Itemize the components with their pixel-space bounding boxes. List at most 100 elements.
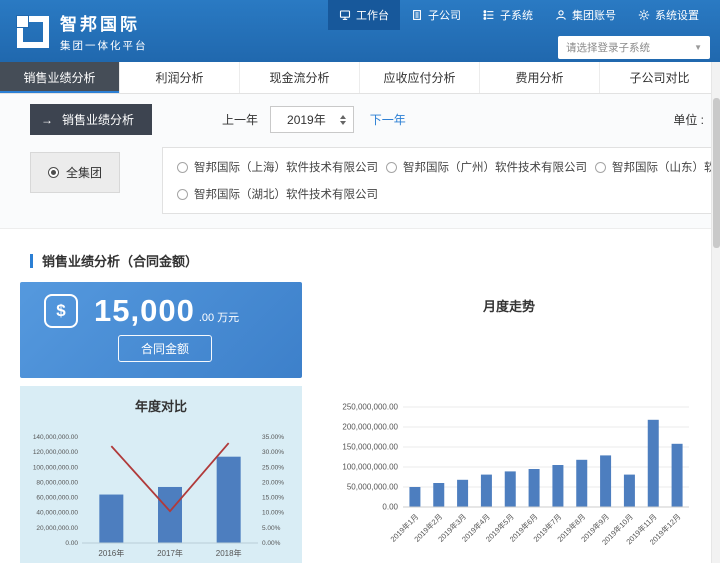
brand: 智邦国际 集团一体化平台 [14,0,148,62]
nav-label: 子系统 [500,7,533,23]
vertical-scrollbar[interactable] [711,62,720,563]
company-option-label: 智邦国际（湖北）软件技术有限公司 [194,186,378,202]
contract-amount-card: $ 15,000 .00 万元 合同金额 [20,282,302,378]
nav-item-group-account[interactable]: 集团账号 [544,0,627,30]
svg-text:30.00%: 30.00% [262,449,284,456]
contract-amount-button[interactable]: 合同金额 [118,335,212,362]
tab-profit-analysis[interactable]: 利润分析 [120,62,240,93]
svg-text:140,000,000.00: 140,000,000.00 [33,434,79,441]
account-icon [555,9,567,21]
svg-text:120,000,000.00: 120,000,000.00 [33,449,79,456]
scrollbar-thumb[interactable] [713,98,720,248]
subsystem-icon [483,9,495,21]
tab-subsidiary-compare[interactable]: 子公司对比 [600,62,720,93]
svg-text:35.00%: 35.00% [262,434,284,441]
svg-text:15.00%: 15.00% [262,495,284,502]
svg-text:0.00: 0.00 [65,540,78,547]
annual-comparison-chart: 0.00 20,000,000.00 40,000,000.00 60,000,000… [22,419,300,559]
radio-icon [386,162,397,173]
svg-text:20,000,000.00: 20,000,000.00 [36,525,78,532]
workbench-icon [339,9,351,21]
svg-text:2016年: 2016年 [98,548,124,558]
login-subsystem-select[interactable]: 请选择登录子系统 ▼ [558,36,710,59]
section-badge: → 销售业绩分析 [30,104,152,135]
svg-text:20.00%: 20.00% [262,479,284,486]
nav-item-subsystem[interactable]: 子系统 [472,0,544,30]
svg-text:50,000,000.00: 50,000,000.00 [347,483,399,492]
annual-comparison-card: 年度对比 0.00 20,000,000.00 40,000,000.00 60,00… [20,386,302,563]
tab-expense-analysis[interactable]: 费用分析 [480,62,600,93]
amount-block: 15,000 .00 万元 [94,294,239,328]
svg-text:5.00%: 5.00% [262,525,281,532]
svg-text:100,000,000.00: 100,000,000.00 [342,463,398,472]
svg-text:2017年: 2017年 [157,548,183,558]
next-year-link[interactable]: 下一年 [370,111,406,128]
monthly-trend-card: 月度走势 0.0050,000,000.00100,000,000.00150,… [314,282,704,563]
nav-label: 工作台 [356,7,389,23]
svg-text:40,000,000.00: 40,000,000.00 [36,510,78,517]
analysis-tabbar: 销售业绩分析 利润分析 现金流分析 应收应付分析 费用分析 子公司对比 [0,62,720,94]
company-option-guangzhou[interactable]: 智邦国际（广州）软件技术有限公司 [386,159,587,175]
svg-text:25.00%: 25.00% [262,464,284,471]
tab-sales-performance[interactable]: 销售业绩分析 [0,62,120,93]
year-select-value: 2019年 [287,111,326,128]
tab-cashflow-analysis[interactable]: 现金流分析 [240,62,360,93]
svg-text:80,000,000.00: 80,000,000.00 [36,479,78,486]
monthly-chart-title: 月度走势 [314,296,704,315]
nav-item-system-settings[interactable]: 系统设置 [627,0,710,30]
radio-checked-icon [48,167,59,178]
svg-text:0.00%: 0.00% [262,540,281,547]
brand-text: 智邦国际 集团一体化平台 [60,10,148,53]
money-icon: $ [44,294,78,328]
section-heading: 销售业绩分析（合同金额） [0,229,720,282]
company-option-label: 智邦国际（山东）软件技术有限公司 [612,159,720,175]
brand-subtitle: 集团一体化平台 [60,38,148,53]
svg-text:200,000,000.00: 200,000,000.00 [342,423,398,432]
login-subsystem-placeholder: 请选择登录子系统 [566,40,650,55]
company-icon [411,9,423,21]
section-title: 销售业绩分析（合同金额） [42,251,198,270]
nav-item-subsidiary[interactable]: 子公司 [400,0,472,30]
tab-receivable-payable[interactable]: 应收应付分析 [360,62,480,93]
toolbar: → 销售业绩分析 上一年 2019年 下一年 单位 : [0,94,720,141]
nav-label: 子公司 [428,7,461,23]
svg-text:2018年: 2018年 [216,548,242,558]
group-all-button[interactable]: 全集团 [30,152,120,193]
annual-chart-title: 年度对比 [20,396,302,415]
right-column: 月度走势 0.0050,000,000.00100,000,000.00150,… [314,282,704,563]
app-window: 智邦国际 集团一体化平台 工作台 [0,0,720,563]
year-select[interactable]: 2019年 [270,106,354,133]
company-option-label: 智邦国际（上海）软件技术有限公司 [194,159,378,175]
monthly-trend-chart: 0.0050,000,000.00100,000,000.00150,000,0… [319,399,699,563]
radio-icon [177,189,188,200]
svg-text:10.00%: 10.00% [262,510,284,517]
year-stepper-icon[interactable] [340,115,346,125]
brand-logo-icon [14,13,50,49]
arrow-right-icon: → [41,114,53,126]
group-all-label: 全集团 [66,164,102,181]
left-column: $ 15,000 .00 万元 合同金额 年度对比 0.00 20,000,000.… [20,282,302,563]
radio-icon [177,162,188,173]
brand-name: 智邦国际 [60,10,148,35]
radio-icon [595,162,606,173]
filterbar: 全集团 智邦国际（上海）软件技术有限公司 智邦国际（广州）软件技术有限公司 智邦… [0,141,720,229]
company-option-shanghai[interactable]: 智邦国际（上海）软件技术有限公司 [177,159,378,175]
prev-year-link[interactable]: 上一年 [222,111,258,128]
contract-amount-value: 15,000 [94,293,195,328]
unit-label: 单位 : [673,111,710,128]
heading-accent-bar [30,254,33,268]
top-nav: 工作台 子公司 [328,0,710,30]
svg-text:150,000,000.00: 150,000,000.00 [342,443,398,452]
contract-amount-unit: .00 万元 [199,312,239,324]
company-option-hubei[interactable]: 智邦国际（湖北）软件技术有限公司 [177,186,378,202]
svg-text:60,000,000.00: 60,000,000.00 [36,495,78,502]
top-header: 智邦国际 集团一体化平台 工作台 [0,0,720,62]
nav-label: 系统设置 [655,7,699,23]
svg-text:100,000,000.00: 100,000,000.00 [33,464,79,471]
company-option-shandong[interactable]: 智邦国际（山东）软件技术有限公司 [595,159,720,175]
company-option-box: 智邦国际（上海）软件技术有限公司 智邦国际（广州）软件技术有限公司 智邦国际（山… [162,147,720,214]
nav-item-workbench[interactable]: 工作台 [328,0,400,30]
nav-label: 集团账号 [572,7,616,23]
section-badge-label: 销售业绩分析 [62,111,134,128]
settings-icon [638,9,650,21]
